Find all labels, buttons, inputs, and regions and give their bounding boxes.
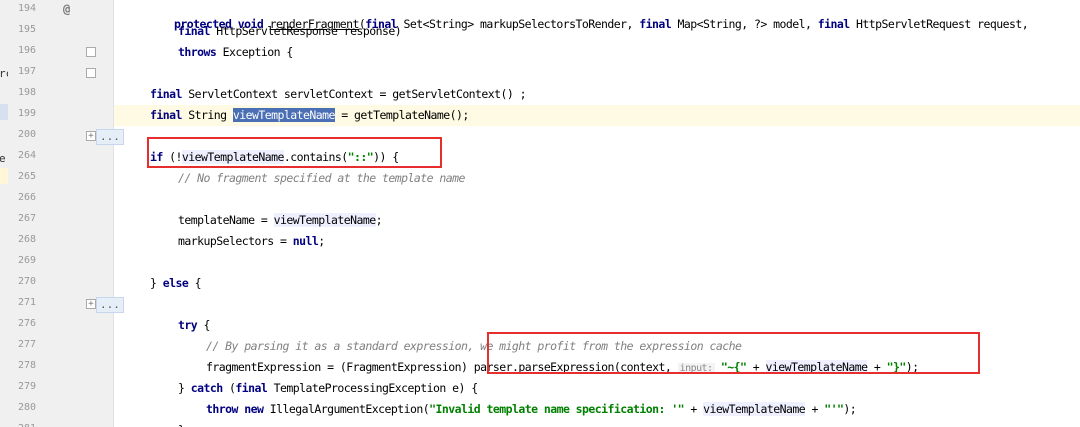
line-number: 277: [18, 339, 37, 350]
line-number: 266: [18, 192, 37, 203]
code-line[interactable]: templateName = viewTemplateName;: [114, 210, 1080, 231]
code-text: }: [178, 423, 185, 427]
code-text: ServletContext servletContext = getServl…: [181, 87, 527, 101]
line-number: 196: [18, 45, 37, 56]
code-keyword: throws: [178, 45, 217, 59]
code-text: {: [188, 276, 202, 290]
code-keyword: final: [150, 108, 182, 122]
line-number: 194: [18, 3, 37, 14]
line-number: 280: [18, 402, 37, 413]
code-keyword: final: [235, 381, 268, 395]
code-keyword: else: [162, 276, 189, 290]
annotation-highlight-box: [487, 332, 980, 374]
code-line-current[interactable]: final String viewTemplateName = getTempl…: [114, 105, 1080, 126]
fold-expand-icon[interactable]: +: [86, 131, 96, 141]
code-comment: // No fragment specified at the template…: [178, 171, 465, 185]
left-panel-highlight: [0, 168, 8, 184]
code-line[interactable]: } else {: [114, 273, 1080, 294]
line-number: 271: [18, 297, 37, 308]
left-panel-edge: rc e: [0, 0, 12, 427]
fold-end-icon[interactable]: [86, 68, 96, 78]
code-text: ;: [318, 234, 325, 248]
fold-expand-icon[interactable]: +: [86, 299, 96, 309]
fold-start-icon[interactable]: [86, 47, 96, 57]
line-number: 197: [18, 66, 37, 77]
code-line[interactable]: protected void renderFragment(final Set<…: [114, 0, 1080, 31]
code-text: IllegalArgumentException(: [263, 402, 430, 416]
code-line[interactable]: throw new IllegalArgumentException("Inva…: [114, 399, 1080, 420]
code-text: String: [181, 108, 233, 122]
code-text: +: [805, 402, 825, 416]
line-number: 281: [18, 423, 48, 427]
code-keyword: null: [292, 234, 319, 248]
identifier-usage: viewTemplateName: [703, 402, 806, 416]
code-line[interactable]: [114, 294, 1080, 315]
code-keyword: final: [178, 24, 210, 38]
code-text: Exception {: [216, 45, 294, 59]
string-literal: "Invalid template name specification: '": [429, 402, 685, 416]
code-text: +: [684, 402, 704, 416]
line-number: 276: [18, 318, 37, 329]
line-number: 279: [18, 381, 37, 392]
code-text: ;: [375, 213, 383, 227]
line-number: 267: [18, 213, 37, 224]
line-number: 198: [18, 87, 37, 98]
annotation-highlight-box: [147, 137, 442, 168]
code-line[interactable]: final HttpServletResponse response): [114, 21, 1080, 42]
override-method-icon[interactable]: @: [63, 2, 70, 16]
code-line[interactable]: final ServletContext servletContext = ge…: [114, 84, 1080, 105]
editor-gutter: 194 195 196 197 198 199 200 264 265 266 …: [8, 0, 124, 427]
code-text: TemplateProcessingException e) {: [267, 381, 479, 395]
code-keyword: final: [150, 87, 182, 101]
code-line[interactable]: [114, 252, 1080, 273]
line-number: 195: [18, 24, 37, 35]
code-text: (: [222, 381, 236, 395]
code-keyword: throw new: [206, 402, 264, 416]
code-keyword: try: [178, 318, 198, 332]
code-line[interactable]: [114, 189, 1080, 210]
code-line[interactable]: // No fragment specified at the template…: [114, 168, 1080, 189]
line-number: 268: [18, 234, 37, 245]
line-number: 269: [18, 255, 37, 266]
line-number: 264: [18, 150, 37, 161]
selected-identifier[interactable]: viewTemplateName: [232, 108, 335, 122]
code-line[interactable]: throws Exception {: [114, 42, 1080, 63]
code-keyword: catch: [190, 381, 223, 395]
code-text: fragmentExpression = (FragmentExpression…: [206, 360, 474, 374]
line-number: 278: [18, 360, 37, 371]
code-line[interactable]: markupSelectors = null;: [114, 231, 1080, 252]
left-panel-selection: [0, 104, 8, 120]
line-number: 265: [18, 171, 37, 182]
line-number: 199: [18, 108, 37, 119]
left-panel-text: e: [0, 152, 6, 165]
line-number: 270: [18, 276, 37, 287]
code-line[interactable]: } catch (final TemplateProcessingExcepti…: [114, 378, 1080, 399]
code-text: {: [197, 318, 210, 332]
code-text: markupSelectors =: [178, 234, 293, 248]
string-literal: "'": [824, 402, 844, 416]
code-text: HttpServletResponse response): [209, 24, 402, 38]
code-line[interactable]: [114, 63, 1080, 84]
identifier-usage: viewTemplateName: [273, 213, 376, 227]
line-number: 200: [18, 129, 37, 140]
code-text: }: [150, 276, 163, 290]
code-text: templateName =: [178, 213, 274, 227]
code-text: }: [178, 381, 191, 395]
code-text: );: [843, 402, 857, 416]
code-editor[interactable]: rc e 194 195 196 197 198 199 200 264 265…: [0, 0, 1080, 427]
code-text: = getTemplateName();: [334, 108, 469, 122]
code-line[interactable]: }: [114, 420, 1080, 427]
